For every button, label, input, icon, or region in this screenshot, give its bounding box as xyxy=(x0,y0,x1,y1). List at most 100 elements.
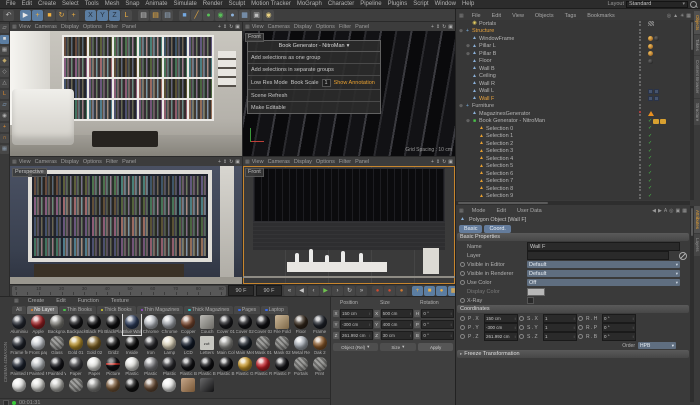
visibility-dots[interactable] xyxy=(635,164,645,169)
render-visibility-dot[interactable] xyxy=(639,114,641,116)
snap-icon[interactable]: ∩ xyxy=(0,134,9,143)
viewport-menu-panel[interactable]: Panel xyxy=(355,159,369,165)
editor-visibility-dot[interactable] xyxy=(639,66,641,68)
visibility-dots[interactable] xyxy=(635,29,645,34)
editor-visibility-dot[interactable] xyxy=(639,104,641,106)
record-icon[interactable]: ● xyxy=(372,286,383,296)
add-deformer-icon[interactable]: ◉ xyxy=(215,10,226,21)
material-item[interactable] xyxy=(179,377,198,398)
check-icon[interactable]: ✓ xyxy=(648,141,652,146)
group-tag-icon[interactable] xyxy=(653,119,659,124)
hud-title-bar[interactable]: Book Generator - NitroMan ▾ xyxy=(248,41,380,52)
s-y-field[interactable]: 1↕ xyxy=(543,323,577,332)
material-plastic-b[interactable]: Plastic B xyxy=(198,356,217,377)
visibility-dots[interactable] xyxy=(635,81,645,86)
undo-icon[interactable]: ↶ xyxy=(3,10,14,21)
last-tool-icon[interactable]: + xyxy=(68,10,79,21)
texture-tag-icon[interactable] xyxy=(648,89,653,94)
menu-item-motion-tracker[interactable]: Motion Tracker xyxy=(248,1,294,7)
material-menu-edit[interactable]: Edit xyxy=(53,298,68,304)
menu-item-snap[interactable]: Snap xyxy=(122,1,142,7)
material-painted-b[interactable]: Painted B xyxy=(10,356,29,377)
keyframe-circle-icon[interactable] xyxy=(460,298,465,303)
material-picture[interactable]: Picture xyxy=(104,356,123,377)
size-y-field[interactable]: 400 cm↕ xyxy=(381,320,414,329)
viewport-menu-options[interactable]: Options xyxy=(83,24,102,30)
om-menu-file[interactable]: File xyxy=(469,13,484,19)
material-item[interactable] xyxy=(85,377,104,398)
visibility-dots[interactable] xyxy=(635,149,645,154)
om-menu-tags[interactable]: Tags xyxy=(562,13,580,19)
render-visibility-dot[interactable] xyxy=(639,39,641,41)
forward-icon[interactable]: ▶ xyxy=(658,208,662,214)
menu-item-mesh[interactable]: Mesh xyxy=(102,1,123,7)
editor-visibility-dot[interactable] xyxy=(639,134,641,136)
lock-icon[interactable]: ▣ xyxy=(676,208,681,214)
back-icon[interactable]: ◀ xyxy=(652,208,656,214)
spinner-icon[interactable]: ↕ xyxy=(409,322,411,327)
layout-select[interactable]: Standard ▾ xyxy=(626,1,688,8)
material-menu-texture[interactable]: Texture xyxy=(108,298,132,304)
keyframe-circle-icon[interactable] xyxy=(460,271,465,276)
phong-tag-icon[interactable] xyxy=(648,51,653,56)
material-plastic-b[interactable]: Plastic B xyxy=(216,356,235,377)
editor-visibility-dot[interactable] xyxy=(639,59,641,61)
panel-menu-icon[interactable]: ▦ xyxy=(12,159,17,165)
material-plastic-g[interactable]: Plastic G xyxy=(235,356,254,377)
render-visibility-dot[interactable] xyxy=(639,174,641,176)
viewport-menu-display[interactable]: Display xyxy=(294,159,312,165)
viewport-menu-view[interactable]: View xyxy=(19,159,31,165)
editor-visibility-dot[interactable] xyxy=(639,36,641,38)
menu-item-plugins[interactable]: Plugins xyxy=(385,1,411,7)
render-visibility-dot[interactable] xyxy=(639,62,641,64)
object-row-floor[interactable]: ▲Floor xyxy=(456,58,690,66)
spinner-icon[interactable]: ↕ xyxy=(514,325,516,330)
material-plastic-b[interactable]: Plastic B xyxy=(179,356,198,377)
panel-menu-icon[interactable]: ▦ xyxy=(459,13,464,19)
editor-visibility-dot[interactable] xyxy=(639,51,641,53)
render-visibility-dot[interactable] xyxy=(639,152,641,154)
editor-visibility-dot[interactable] xyxy=(639,74,641,76)
spinner-icon[interactable]: ↕ xyxy=(369,322,371,327)
zoom-icon[interactable]: ⇕ xyxy=(436,24,440,30)
render-visibility-dot[interactable] xyxy=(639,159,641,161)
side-tab-content-browser[interactable]: Content Browser xyxy=(694,56,700,98)
object-row-selection-3[interactable]: ▲Selection 3✓ xyxy=(456,148,690,156)
check-icon[interactable]: ✓ xyxy=(648,119,652,124)
layout-icon[interactable]: ▦ xyxy=(686,13,691,19)
material-metal-re[interactable]: Metal Re xyxy=(291,335,310,356)
panel-menu-icon[interactable]: ▦ xyxy=(14,298,19,304)
group-tag-icon[interactable] xyxy=(660,119,666,124)
viewport-menu-view[interactable]: View xyxy=(252,24,264,30)
material-front-pag[interactable]: Front pag xyxy=(29,335,48,356)
hud-book-scale-field[interactable]: 1 xyxy=(322,79,331,87)
goto-start-icon[interactable]: « xyxy=(284,286,295,296)
material-lcd[interactable]: LCD xyxy=(179,335,198,356)
am-menu-edit[interactable]: Edit xyxy=(494,208,509,214)
material-cover-01[interactable]: Cover 01 xyxy=(216,314,235,335)
material-portals[interactable]: Portals xyxy=(291,356,310,377)
visibility-dots[interactable] xyxy=(635,44,645,49)
layer-browser-icon[interactable] xyxy=(679,252,687,260)
material-gold-01[interactable]: Gold 01 xyxy=(66,335,85,356)
material-letters[interactable]: zuf:Letters xyxy=(198,335,217,356)
viewport-bottom-right[interactable]: ▦ViewCamerasDisplayOptionsFilterPanel+⇕↻… xyxy=(243,157,455,284)
editor-visibility-dot[interactable] xyxy=(639,81,641,83)
texture-tag-icon[interactable] xyxy=(654,89,659,94)
rotate-icon[interactable]: ↻ xyxy=(229,159,233,165)
step-forward-icon[interactable]: › xyxy=(332,286,343,296)
lock-y-axis-icon[interactable]: Y xyxy=(97,10,108,21)
editor-visibility-dot[interactable] xyxy=(639,156,641,158)
spinner-icon[interactable]: ↕ xyxy=(409,333,411,338)
material-frame-fro[interactable]: Frame fro xyxy=(10,335,29,356)
editor-visibility-dot[interactable] xyxy=(639,141,641,143)
autokey-icon[interactable]: ● xyxy=(384,286,395,296)
keyframe-circle-icon[interactable] xyxy=(460,334,465,339)
visibility-dots[interactable] xyxy=(635,89,645,94)
material-chrome[interactable]: Chrome xyxy=(160,314,179,335)
viewport-menu-filter[interactable]: Filter xyxy=(106,159,118,165)
object-row-selection-1[interactable]: ▲Selection 1✓ xyxy=(456,133,690,141)
object-axis-mode-icon[interactable]: L xyxy=(0,90,9,99)
editor-visibility-dot[interactable] xyxy=(639,119,641,121)
menu-item-pipeline[interactable]: Pipeline xyxy=(357,1,384,7)
